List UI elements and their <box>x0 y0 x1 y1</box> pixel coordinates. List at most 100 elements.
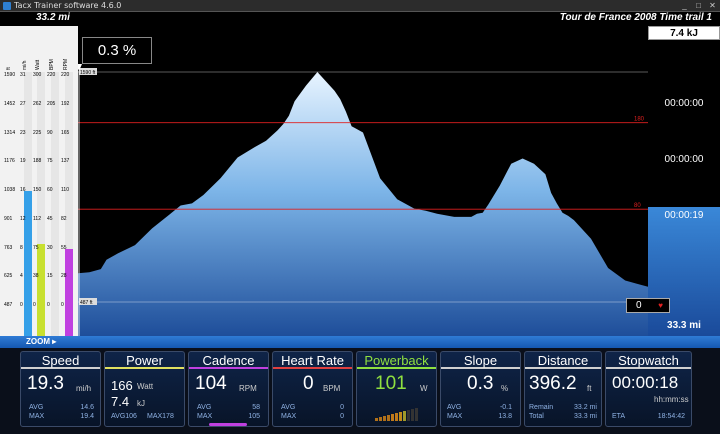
cadence-indicator <box>209 423 247 426</box>
elevation-profile-chart[interactable]: 180 80 1590 ft 487 ft <box>78 26 648 336</box>
zoom-bar[interactable]: ZOOM ▸ <box>0 336 720 348</box>
speed-unit: mi/h <box>76 384 92 393</box>
stopwatch-panel[interactable]: Stopwatch 00:00:18 hh:mm:ss ETA 18:54:42 <box>605 351 692 427</box>
power-max: MAX178 <box>147 413 174 420</box>
scale-panel: ft mi/h Watt BPM RPM 1590 31 300 220 220 1452 27 262… <box>0 26 78 336</box>
power-avg: AVG106 <box>111 413 137 420</box>
cadence-max-label: MAX <box>197 413 213 420</box>
stopwatch-unit: hh:mm:ss <box>654 395 689 404</box>
scale-header-bpm: BPM <box>49 59 55 70</box>
cadence-avg-label: AVG <box>197 404 212 411</box>
scale-tick: 1314 <box>4 129 16 136</box>
scale-tick: 0 <box>47 302 50 308</box>
bottom-elevation-label: 487 ft <box>80 300 93 306</box>
slope-panel: Slope 0.3 % AVG -0.1 MAX 13.8 <box>440 351 521 427</box>
dashboard: Speed 19.3 mi/h AVG 14.6 MAX 19.4 Power … <box>0 348 720 434</box>
scale-tick: 12 <box>20 215 26 222</box>
powerback-panel: Powerback 101 W <box>356 351 437 427</box>
distance-panel: Distance 396.2 ft Remain 33.2 mi Total 3… <box>524 351 602 427</box>
scale-tick: 23 <box>20 129 26 136</box>
scale-header-rpm: RPM <box>63 58 69 70</box>
zoom-label[interactable]: ZOOM ▸ <box>26 337 56 346</box>
scale-tick: 90 <box>47 129 53 136</box>
power-unit: Watt <box>137 382 154 391</box>
top-elevation-label: 1590 ft <box>80 70 96 76</box>
cadence-avg: 58 <box>252 404 260 411</box>
time-readout-3: 00:00:19 <box>664 210 704 221</box>
current-slope-box: 0.3 % <box>82 37 152 64</box>
scale-tick: 1452 <box>4 100 16 107</box>
scale-tick: 205 <box>47 100 56 107</box>
distance-value: 396.2 <box>529 373 577 394</box>
slope-value: 0.3 <box>467 373 494 394</box>
slope-title: Slope <box>441 352 520 369</box>
scale-tick: 901 <box>4 215 13 222</box>
slope-max: 13.8 <box>498 413 512 420</box>
slope-avg: -0.1 <box>499 404 512 411</box>
maximize-button[interactable]: □ <box>692 1 705 11</box>
scale-tick: 112 <box>33 215 41 222</box>
course-name: Tour de France 2008 Time trail 1 <box>559 12 712 23</box>
scale-tick: 110 <box>61 187 69 193</box>
scale-tick: 1038 <box>4 187 16 193</box>
window-title: Tacx Trainer software 4.6.0 <box>14 1 122 10</box>
scale-tick: 75 <box>33 244 39 251</box>
scale-tick: 75 <box>47 158 53 165</box>
powerback-title: Powerback <box>357 352 436 369</box>
heartrate-max: 0 <box>340 413 344 420</box>
scale-tick: 82 <box>61 215 67 222</box>
scale-tick: 165 <box>61 129 70 136</box>
distance-total: 33.3 mi <box>574 413 597 420</box>
heart-icon: ♥ <box>658 301 663 310</box>
stopwatch-title: Stopwatch <box>606 352 691 369</box>
scale-tick: 19 <box>20 158 26 165</box>
heart-rate-box: 0 ♥ <box>626 298 670 313</box>
scale-header-watt: Watt <box>35 59 41 70</box>
scale-tick: 45 <box>47 215 53 222</box>
energy-value: 7.4 <box>111 394 130 409</box>
scale-tick: 4 <box>20 273 23 280</box>
slope-unit: % <box>501 384 509 393</box>
distance-remain-label: Remain <box>529 404 554 411</box>
scale-tick: 0 <box>20 302 23 308</box>
heartrate-unit: BPM <box>323 384 341 393</box>
distance-title: Distance <box>525 352 601 369</box>
app-icon <box>3 2 11 10</box>
speed-value: 19.3 <box>27 373 64 394</box>
cadence-title: Cadence <box>189 352 268 369</box>
scale-tick: 60 <box>47 187 53 193</box>
scale-tick: 220 <box>47 72 56 78</box>
powerback-unit: W <box>420 384 428 393</box>
scale-bar-watt <box>37 243 45 336</box>
stopwatch-eta-label: ETA <box>612 413 626 420</box>
remaining-distance: 33.2 mi <box>36 12 70 23</box>
close-button[interactable]: ✕ <box>706 1 719 11</box>
energy-unit: kJ <box>137 399 145 408</box>
scale-tick: 0 <box>33 302 36 308</box>
scale-tick: 55 <box>61 244 67 251</box>
scale-tick: 16 <box>20 187 26 193</box>
power-title: Power <box>105 352 184 369</box>
cadence-unit: RPM <box>239 384 257 393</box>
stopwatch-eta: 18:54:42 <box>657 413 685 420</box>
scale-bar-mi-h <box>24 190 32 336</box>
speed-max-label: MAX <box>29 413 45 420</box>
top-info-bar: 33.2 mi Tour de France 2008 Time trail 1 <box>0 12 720 26</box>
scale-tick: 220 <box>61 72 70 78</box>
minimize-button[interactable]: _ <box>678 1 691 11</box>
distance-unit: ft <box>587 384 592 393</box>
heartrate-title: Heart Rate <box>273 352 352 369</box>
scale-tick: 27 <box>20 100 26 107</box>
time-readout-2: 00:00:00 <box>664 154 704 165</box>
slope-max-label: MAX <box>447 413 463 420</box>
distance-total-label: Total <box>529 413 544 420</box>
scale-header-mi-h: mi/h <box>22 60 28 70</box>
energy-readout: 7.4 kJ <box>648 26 720 40</box>
cadence-max: 105 <box>248 413 260 420</box>
scale-tick: 763 <box>4 244 13 251</box>
window-titlebar: Tacx Trainer software 4.6.0 _ □ ✕ <box>0 0 720 12</box>
scale-track-3 <box>51 72 59 336</box>
scale-tick: 188 <box>33 158 42 165</box>
hr-zone-label-80: 80 <box>634 203 641 209</box>
scale-tick: 1590 <box>4 72 16 78</box>
